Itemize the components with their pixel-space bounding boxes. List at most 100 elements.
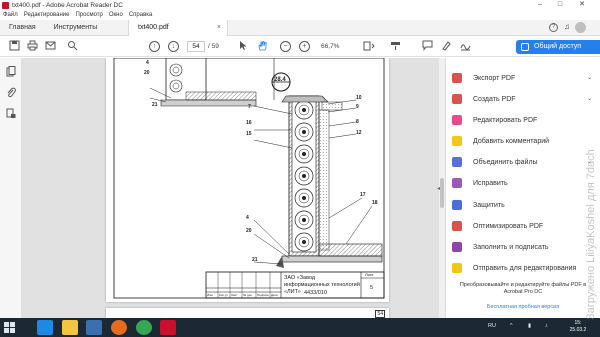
print-icon[interactable] bbox=[26, 40, 38, 53]
chevron-down-icon[interactable]: ⌄ bbox=[587, 74, 592, 81]
volume-icon[interactable]: ♪ bbox=[545, 323, 548, 329]
optimize-pdf-icon bbox=[452, 221, 462, 231]
tool-export-pdf[interactable]: Экспорт PDF ⌄ bbox=[452, 71, 592, 85]
stamp-header-date: Дата bbox=[271, 293, 278, 297]
page-fit-icon[interactable] bbox=[362, 40, 376, 53]
menu-bar: Файл Редактирование Просмотр Окно Справк… bbox=[0, 10, 600, 20]
callout-8: 8 bbox=[356, 119, 359, 125]
fill-sign-icon bbox=[452, 242, 462, 252]
tool-send-for-edit[interactable]: Отправить для редактирования bbox=[452, 261, 592, 275]
send-for-edit-icon bbox=[452, 263, 462, 273]
title-bar: txt400.pdf - Adobe Acrobat Reader DC – □… bbox=[0, 0, 600, 10]
tool-fill-sign[interactable]: Заполнить и подписать bbox=[452, 240, 592, 254]
stamp-header-list: Лист bbox=[231, 293, 238, 297]
security-settings-icon[interactable] bbox=[5, 108, 16, 119]
notification-bell-icon[interactable]: ♫ bbox=[564, 22, 570, 31]
menu-help[interactable]: Справка bbox=[129, 12, 153, 18]
tab-document[interactable]: txt400.pdf × bbox=[128, 20, 228, 36]
stamp-header-kol: Кол.уч bbox=[219, 293, 228, 297]
media-app-icon[interactable] bbox=[86, 320, 102, 335]
collapse-pane-icon[interactable]: ◂ bbox=[437, 185, 440, 192]
callout-18: 18 bbox=[372, 200, 378, 206]
share-button[interactable]: Общий доступ bbox=[516, 40, 600, 54]
language-indicator[interactable]: RU bbox=[488, 323, 496, 329]
network-icon[interactable]: ▮ bbox=[528, 323, 531, 329]
callout-21-top: 21 bbox=[152, 102, 158, 108]
minimize-button[interactable]: – bbox=[532, 0, 548, 10]
tool-label: Создать PDF bbox=[473, 95, 516, 103]
combine-files-icon bbox=[452, 157, 462, 167]
callout-12: 12 bbox=[356, 130, 362, 136]
stamp-header-sign: Подпись bbox=[257, 293, 269, 297]
user-avatar[interactable] bbox=[575, 22, 586, 33]
next-page-number: 54 bbox=[375, 310, 385, 318]
tool-fix[interactable]: Исправить bbox=[452, 176, 592, 190]
tab-tools[interactable]: Инструменты bbox=[45, 20, 107, 36]
pdf-page-current: 28.4 4 20 21 7 16 15 10 9 8 12 17 18 4 2… bbox=[106, 58, 389, 302]
tool-comment[interactable]: Добавить комментарий bbox=[452, 134, 592, 148]
tab-home[interactable]: Главная bbox=[0, 20, 45, 36]
comment-icon bbox=[452, 136, 462, 146]
save-icon[interactable] bbox=[8, 40, 20, 53]
tool-protect[interactable]: Защитить bbox=[452, 198, 592, 212]
tool-edit-pdf[interactable]: Редактировать PDF bbox=[452, 113, 592, 127]
chevron-down-icon[interactable]: ⌄ bbox=[587, 95, 592, 102]
help-icon[interactable]: ? bbox=[549, 23, 558, 32]
internet-explorer-icon[interactable] bbox=[37, 320, 53, 335]
document-scrollbar-thumb[interactable] bbox=[440, 178, 444, 208]
zoom-out-button[interactable]: − bbox=[280, 41, 291, 52]
tool-label: Объединить файлы bbox=[473, 158, 538, 166]
next-page-button[interactable]: ↓ bbox=[168, 41, 179, 52]
zoom-level[interactable]: 66,7% bbox=[321, 41, 339, 52]
windows-start-icon[interactable] bbox=[4, 322, 16, 334]
document-view[interactable]: 28.4 4 20 21 7 16 15 10 9 8 12 17 18 4 2… bbox=[22, 58, 445, 318]
tool-label: Отправить для редактирования bbox=[473, 264, 577, 272]
hand-tool-icon[interactable] bbox=[256, 40, 268, 53]
email-icon[interactable] bbox=[44, 40, 56, 53]
maximize-button[interactable]: □ bbox=[552, 0, 568, 10]
tool-label: Оптимизировать PDF bbox=[473, 222, 544, 230]
select-cursor-icon[interactable] bbox=[237, 40, 249, 53]
highlight-pen-icon[interactable] bbox=[440, 40, 452, 53]
previous-page-button[interactable]: ↑ bbox=[149, 41, 160, 52]
comment-tool-icon[interactable] bbox=[421, 40, 433, 53]
callout-4-top: 4 bbox=[146, 60, 149, 66]
tool-combine-files[interactable]: Объединить файлы ⌄ bbox=[452, 155, 592, 169]
acrobat-app-icon bbox=[2, 1, 9, 9]
edit-pdf-icon bbox=[452, 115, 462, 125]
tool-optimize-pdf[interactable]: Оптимизировать PDF bbox=[452, 219, 592, 233]
scroll-mode-icon[interactable] bbox=[389, 40, 401, 53]
chrome-icon[interactable] bbox=[136, 320, 152, 335]
tray-arrow-icon[interactable]: ^ bbox=[510, 323, 513, 329]
close-window-button[interactable]: ✕ bbox=[574, 0, 590, 10]
close-tab-icon[interactable]: × bbox=[217, 20, 221, 36]
tool-create-pdf[interactable]: Создать PDF ⌄ bbox=[452, 92, 592, 106]
menu-file[interactable]: Файл bbox=[3, 12, 18, 18]
stamp-sheet-number: 5 bbox=[370, 285, 374, 291]
menu-view[interactable]: Просмотр bbox=[75, 12, 102, 18]
acrobat-taskbar-icon[interactable] bbox=[160, 320, 176, 335]
free-trial-link[interactable]: Бесплатная пробная версия bbox=[452, 304, 594, 310]
file-explorer-icon[interactable] bbox=[62, 320, 78, 335]
callout-15: 15 bbox=[246, 131, 252, 137]
tool-label: Экспорт PDF bbox=[473, 74, 516, 82]
stamp-header-doc: № док bbox=[243, 293, 252, 297]
menu-window[interactable]: Окно bbox=[109, 12, 123, 18]
search-icon[interactable] bbox=[66, 40, 78, 53]
sign-icon[interactable] bbox=[459, 40, 471, 53]
menu-edit[interactable]: Редактирование bbox=[24, 12, 70, 18]
window-title: txt400.pdf - Adobe Acrobat Reader DC bbox=[12, 1, 123, 9]
tool-label: Редактировать PDF bbox=[473, 116, 538, 124]
system-clock[interactable]: 15: 25.03.2 bbox=[566, 320, 590, 334]
callout-9: 9 bbox=[356, 104, 359, 110]
site-watermark: Загружено LiliyaKoshel для 7dach bbox=[585, 149, 597, 320]
callout-7: 7 bbox=[248, 104, 251, 110]
callout-17: 17 bbox=[360, 192, 366, 198]
share-icon bbox=[521, 43, 529, 51]
fix-icon bbox=[452, 178, 462, 188]
firefox-icon[interactable] bbox=[111, 320, 127, 335]
zoom-in-button[interactable]: + bbox=[299, 41, 310, 52]
page-thumbnails-icon[interactable] bbox=[5, 66, 16, 77]
page-number-input[interactable]: 54 bbox=[187, 41, 205, 52]
attachments-icon[interactable] bbox=[5, 87, 16, 98]
